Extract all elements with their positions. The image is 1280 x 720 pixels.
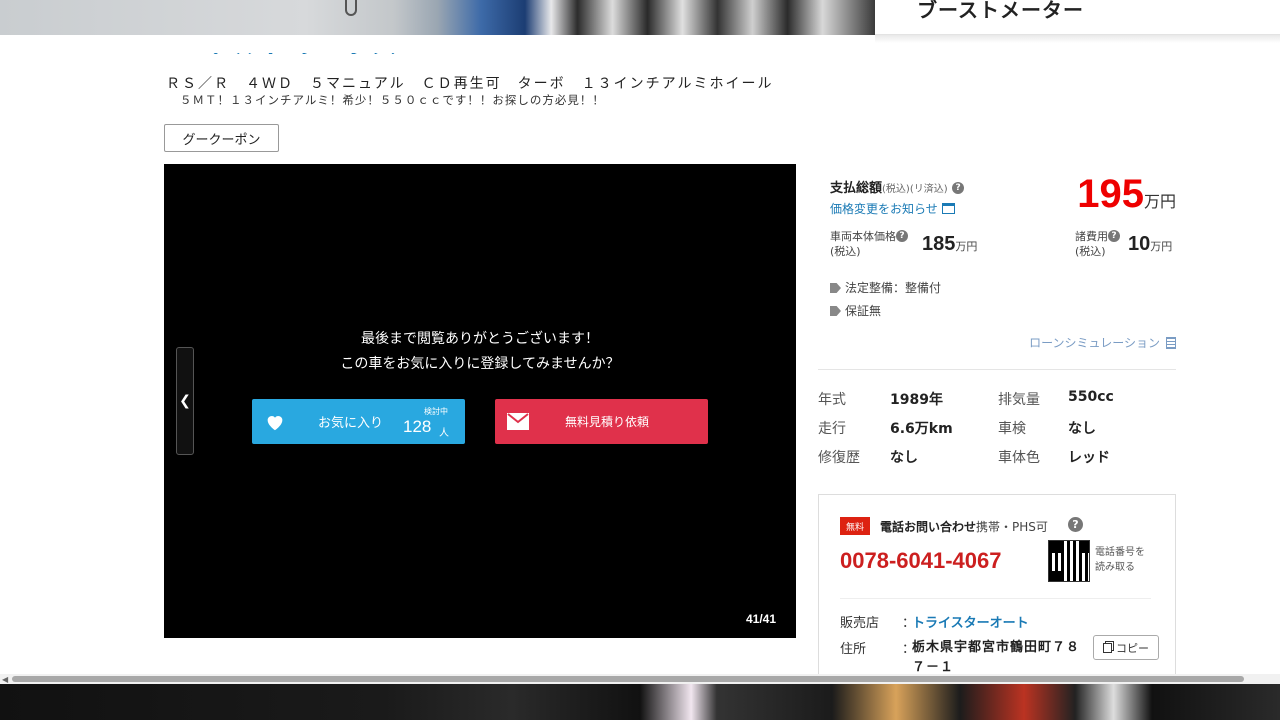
body-price-unit: 万円 [955,240,978,253]
tel-label-text: 電話お問い合わせ [880,520,977,534]
total-price-value: 195 [1077,172,1144,216]
dealer-row: 販売店： トライスターオート [840,612,1029,631]
price-change-notice-link[interactable]: 価格変更をお知らせ [830,200,955,217]
calculator-icon [1166,337,1176,349]
top-photo-image [0,0,875,35]
considering-label: 検討中 [424,407,448,416]
maintenance-text: 法定整備：整備付 [845,281,942,295]
body-price-value: 185 [922,233,956,255]
qr-caption-2: 読み取る [1095,562,1135,573]
dealer-label: 販売店 [840,616,880,631]
spec-value: レッド [1068,450,1110,466]
total-label-note: (税込)(リ済込) [882,184,948,195]
loan-simulation-text: ローンシミュレーション [1029,336,1160,350]
spec-row: 年式 1989年 排気量 550cc [818,385,1176,414]
tel-inquiry-label: 電話お問い合わせ携帯・PHS可 [880,518,1048,535]
loan-simulation-link[interactable]: ローンシミュレーション [1029,334,1176,351]
help-icon[interactable]: ? [1068,517,1083,532]
spec-value: 6.6万km [890,421,953,437]
free-badge: 無料 [840,517,870,535]
favorite-button[interactable]: お気に入り 検討中 128 人 [252,399,465,444]
considering-count: 128 [403,417,432,436]
total-label-text: 支払総額 [830,181,883,196]
total-price: 195万円 [1077,172,1176,217]
photo-viewer: ❮ 最後まで閲覧ありがとうございます！ この車をお気に入りに登録してみませんか？… [164,164,796,638]
warranty-text: 保証無 [845,304,882,318]
divider [840,598,1151,599]
heart-icon [267,416,283,431]
tel-label-sub: 携帯・PHS可 [976,520,1048,534]
help-icon[interactable]: ? [1108,230,1120,242]
address-label: 住所 [840,642,867,657]
help-icon[interactable]: ? [952,182,965,194]
body-price-label: 車両本体価格? (税込) [830,229,908,259]
end-message-line2: この車をお気に入りに登録してみませんか？ [340,356,620,372]
fee-unit: 万円 [1150,240,1173,253]
spec-value: なし [890,450,918,466]
spec-value: 550cc [1068,389,1114,405]
fee-label-1: 諸費用 [1075,230,1108,243]
spec-row: 修復歴 なし 車体色 レッド [818,443,1176,472]
warranty-info: 保証無 [830,302,881,319]
free-estimate-button[interactable]: 無料見積り依頼 [495,399,708,444]
favorite-label: お気に入り [318,416,384,431]
horizontal-scrollbar[interactable]: ◀ [0,674,1280,684]
qr-caption: 電話番号を 読み取る [1095,545,1145,575]
divider [818,369,1176,370]
price-panel: 支払総額(税込)(リ済込) ? 価格変更をお知らせ 195万円 車両本体価格? … [818,164,1176,364]
catch-copy: ５ＭＴ！１３インチアルミ！希少！５５０ｃｃです！！お探しの方必見！！ [180,93,605,107]
fee-label: 諸費用? (税込) [1075,229,1120,259]
spec-label: 修復歴 [818,450,860,466]
scroll-left-icon[interactable]: ◀ [2,675,8,684]
copy-icon [1103,642,1112,653]
end-message-line1: 最後まで閲覧ありがとうございます！ [361,331,599,347]
body-price-label-2: (税込) [830,245,861,258]
scrollbar-thumb[interactable] [12,676,1244,682]
photo-counter: 41/41 [745,612,776,626]
top-banner-text: ブーストメーター [917,0,1084,22]
tag-icon [830,306,841,316]
price-notice-text: 価格変更をお知らせ [830,202,938,216]
copy-button-label: コピー [1116,641,1149,655]
address-text: 栃木県宇都宮市鶴田町７８７－１ [912,640,1081,675]
grade-text: ＲＳ／Ｒ ４ＷＤ ５マニュアル ＣＤ再生可 ターボ １３インチアルミホイール [166,76,774,92]
spec-value: なし [1068,421,1096,437]
body-price-label-1: 車両本体価格 [830,230,896,243]
chevron-left-icon: ❮ [179,393,191,409]
spec-label: 年式 [818,392,846,408]
spec-value: 1989年 [890,392,943,408]
total-price-unit: 万円 [1143,192,1176,211]
fee-value: 10 [1128,233,1151,255]
spec-row: 走行 6.6万km 車検 なし [818,414,1176,443]
top-banner: ブーストメーター [875,0,1280,35]
qr-code-icon [1048,540,1090,582]
spec-label: 排気量 [998,392,1040,408]
tag-icon [830,283,841,293]
phone-number[interactable]: 0078-6041-4067 [840,548,1001,574]
bottom-photo-image [0,684,1280,720]
dealer-name-link[interactable]: トライスターオート [912,612,1029,631]
shop-info-box: 無料 電話お問い合わせ携帯・PHS可 ? 0078-6041-4067 電話番号… [818,494,1176,694]
window-icon [941,203,955,214]
spec-label: 車体色 [998,450,1040,466]
spec-label: 車検 [998,421,1026,437]
considering-unit: 人 [439,428,449,439]
spec-table: 年式 1989年 排気量 550cc 走行 6.6万km 車検 なし 修復歴 な… [818,385,1176,472]
fee: 10万円 [1128,233,1172,256]
title-overlay [0,35,875,53]
total-price-label: 支払総額(税込)(リ済込) ? [830,177,965,196]
help-icon[interactable]: ? [896,230,908,242]
mail-icon [507,413,529,430]
end-message: 最後まで閲覧ありがとうございます！ この車をお気に入りに登録してみませんか？ [164,327,796,377]
coupon-button[interactable]: グークーポン [164,124,279,152]
body-price: 185万円 [922,233,977,256]
spec-label: 走行 [818,421,846,437]
qr-caption-1: 電話番号を [1095,547,1145,558]
address-row: 住所： 栃木県宇都宮市鶴田町７８７－１ [840,638,1079,675]
maintenance-info: 法定整備：整備付 [830,279,941,296]
hook-shape [345,0,357,16]
free-estimate-label: 無料見積り依頼 [565,415,650,429]
fee-label-2: (税込) [1075,245,1106,258]
copy-address-button[interactable]: コピー [1093,635,1159,660]
